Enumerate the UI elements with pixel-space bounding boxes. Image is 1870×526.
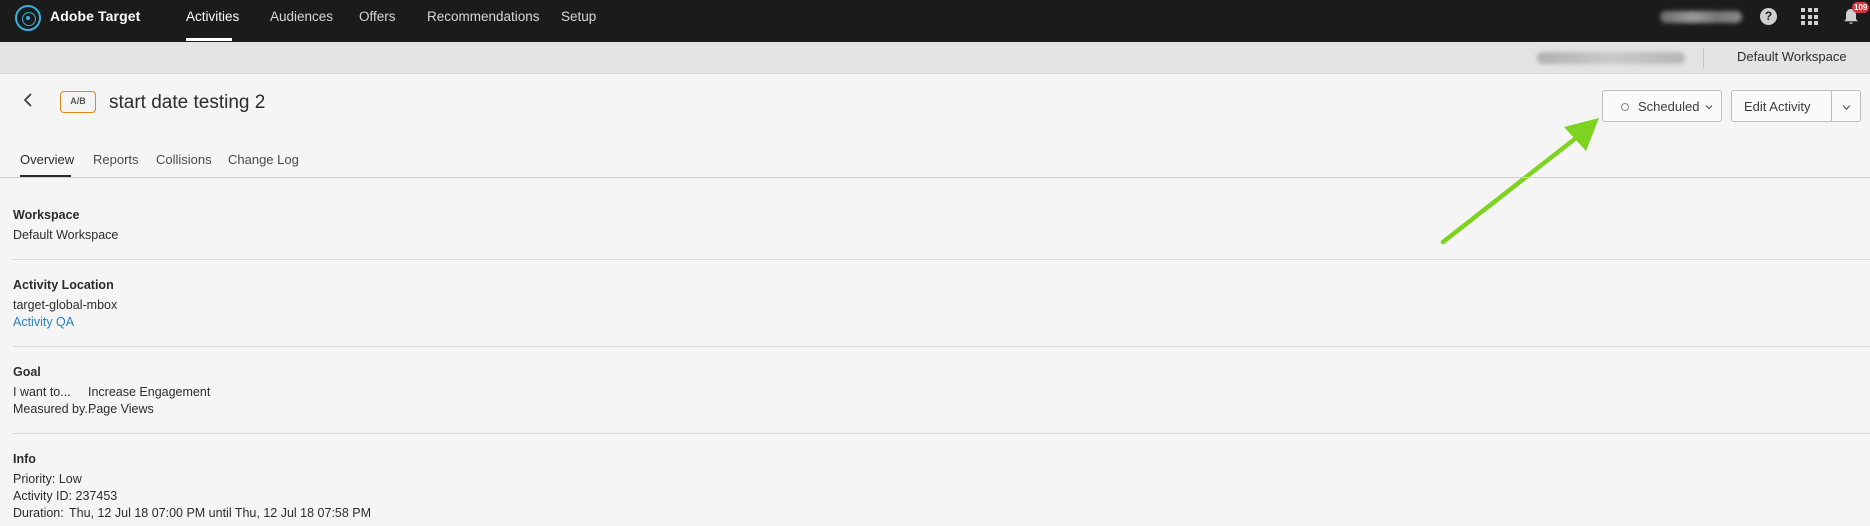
nav-item-audiences[interactable]: Audiences [270, 9, 333, 24]
nav-active-indicator [186, 38, 232, 41]
section-divider [13, 259, 1870, 260]
section-divider [13, 346, 1870, 347]
goal-want-value: Increase Engagement [88, 385, 211, 399]
app-grid-icon[interactable] [1801, 8, 1818, 25]
location-mbox: target-global-mbox [13, 298, 118, 312]
chevron-down-icon [1705, 105, 1713, 110]
back-arrow-icon[interactable] [20, 92, 36, 108]
chevron-down-icon [1842, 105, 1851, 110]
tabs-divider [0, 177, 1870, 178]
help-icon[interactable]: ? [1760, 8, 1777, 25]
status-indicator-icon [1621, 103, 1629, 111]
notifications-count-badge: 109 [1852, 2, 1870, 13]
adobe-target-logo-icon[interactable] [15, 5, 41, 31]
activity-qa-link[interactable]: Activity QA [13, 315, 74, 329]
edit-activity-label: Edit Activity [1744, 99, 1811, 114]
workspace-value: Default Workspace [13, 228, 119, 242]
info-duration-value: Thu, 12 Jul 18 07:00 PM until Thu, 12 Ju… [69, 506, 372, 520]
nav-item-offers[interactable]: Offers [359, 9, 396, 24]
top-nav: Adobe Target Activities Audiences Offers… [0, 0, 1870, 42]
info-priority: Priority: Low [13, 472, 82, 486]
nav-item-activities[interactable]: Activities [186, 9, 239, 24]
info-section-title: Info [13, 452, 36, 466]
section-divider [13, 433, 1870, 434]
annotation-arrow-icon [1440, 118, 1599, 245]
brand-name[interactable]: Adobe Target [50, 8, 140, 24]
nav-item-recommendations[interactable]: Recommendations [427, 9, 540, 24]
user-name-redacted[interactable] [1660, 11, 1742, 23]
subbar-divider [1703, 48, 1704, 68]
workspace-selector[interactable]: Default Workspace [1737, 49, 1847, 64]
status-label: Scheduled [1638, 99, 1700, 114]
edit-activity-button[interactable]: Edit Activity [1731, 90, 1832, 122]
activity-type-badge: A/B [60, 91, 96, 113]
account-name-redacted[interactable] [1537, 52, 1685, 64]
goal-measured-value: Page Views [88, 402, 154, 416]
info-activity-id: Activity ID: 237453 [13, 489, 118, 503]
goal-measured-label: Measured by... [13, 402, 95, 416]
activity-title: start date testing 2 [109, 92, 266, 113]
workspace-section-title: Workspace [13, 208, 80, 222]
status-dropdown[interactable]: Scheduled [1602, 90, 1722, 122]
location-section-title: Activity Location [13, 278, 114, 292]
info-duration-label: Duration: [13, 506, 64, 520]
tab-change-log[interactable]: Change Log [228, 152, 299, 167]
tab-overview[interactable]: Overview [20, 152, 74, 167]
goal-section-title: Goal [13, 365, 41, 379]
goal-want-label: I want to... [13, 385, 71, 399]
workspace-bar: Default Workspace [0, 42, 1870, 74]
tab-reports[interactable]: Reports [93, 152, 139, 167]
tab-collisions[interactable]: Collisions [156, 152, 212, 167]
edit-activity-more-button[interactable] [1831, 90, 1861, 122]
nav-item-setup[interactable]: Setup [561, 9, 596, 24]
